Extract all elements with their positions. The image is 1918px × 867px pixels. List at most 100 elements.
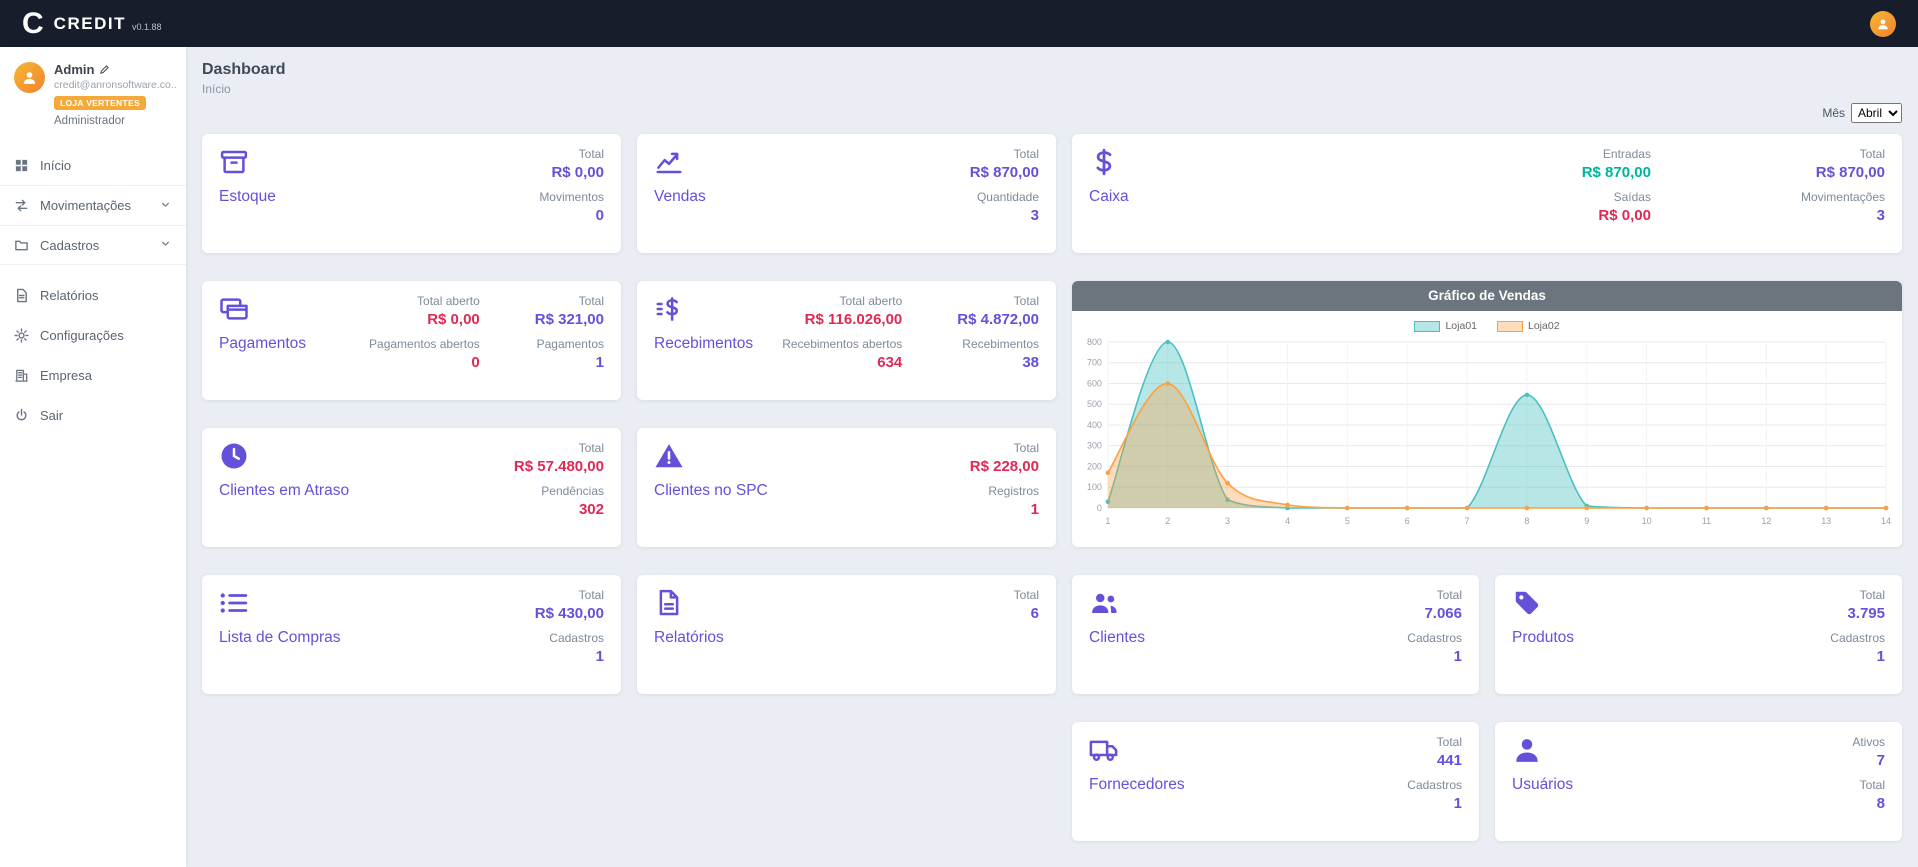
stat-value: 1 xyxy=(1454,647,1462,667)
card-relatorios[interactable]: Relatórios Total 6 xyxy=(637,575,1056,694)
stat-label: Registros xyxy=(988,484,1039,499)
legend-item[interactable]: Loja01 xyxy=(1414,320,1477,332)
stat-value: 3 xyxy=(1877,206,1885,226)
month-select[interactable]: Abril xyxy=(1851,103,1902,123)
chart-legend: Loja01 Loja02 xyxy=(1072,320,1902,332)
app-name: CREDIT xyxy=(54,14,126,34)
stat-value: R$ 4.872,00 xyxy=(957,310,1039,330)
sidebar-item-label: Início xyxy=(40,158,71,173)
stat-label: Cadastros xyxy=(1407,778,1462,793)
stat-label: Total xyxy=(1437,735,1462,750)
list-icon xyxy=(219,588,249,618)
sidebar-item-relatorios[interactable]: Relatórios xyxy=(0,275,186,315)
card-lista-de-compras[interactable]: Lista de Compras Total R$ 430,00 Cadastr… xyxy=(202,575,621,694)
users-icon xyxy=(1089,588,1119,618)
card-clientes-no-spc[interactable]: Clientes no SPC Total R$ 228,00 Registro… xyxy=(637,428,1056,547)
sidebar-item-label: Cadastros xyxy=(40,238,99,253)
card-title[interactable]: Clientes em Atraso xyxy=(219,482,349,500)
card-produtos[interactable]: Produtos Total 3.795 Cadastros 1 xyxy=(1495,575,1902,694)
card-title[interactable]: Produtos xyxy=(1512,629,1574,647)
stat-label: Pagamentos abertos xyxy=(369,337,480,352)
warning-icon xyxy=(654,441,684,471)
card-vendas[interactable]: Vendas Total R$ 870,00 Quantidade 3 xyxy=(637,134,1056,253)
card-title[interactable]: Pagamentos xyxy=(219,335,306,353)
card-estoque[interactable]: Estoque Total R$ 0,00 Movimentos 0 xyxy=(202,134,621,253)
svg-text:600: 600 xyxy=(1087,378,1102,388)
sidebar-item-cadastros[interactable]: Cadastros xyxy=(0,225,186,265)
card-usuarios[interactable]: Usuários Ativos 7 Total 8 xyxy=(1495,722,1902,841)
page-head: Dashboard Início xyxy=(202,61,1902,96)
stat-value: 6 xyxy=(1031,604,1039,624)
line-chart-icon xyxy=(654,147,684,177)
card-title[interactable]: Vendas xyxy=(654,188,706,206)
card-title[interactable]: Clientes xyxy=(1089,629,1145,647)
money-receive-icon xyxy=(654,294,684,324)
card-title[interactable]: Estoque xyxy=(219,188,276,206)
user-name: Admin xyxy=(54,62,94,77)
svg-text:6: 6 xyxy=(1405,516,1410,526)
card-title[interactable]: Lista de Compras xyxy=(219,629,340,647)
stat-value: 3.795 xyxy=(1847,604,1885,624)
power-icon xyxy=(14,408,29,423)
file-text-icon xyxy=(654,588,684,618)
legend-label: Loja02 xyxy=(1528,320,1560,332)
svg-text:700: 700 xyxy=(1087,358,1102,368)
card-title[interactable]: Usuários xyxy=(1512,776,1573,794)
stat-label: Total aberto xyxy=(417,294,480,309)
dollar-icon xyxy=(1089,147,1119,177)
svg-text:12: 12 xyxy=(1761,516,1771,526)
sidebar-item-empresa[interactable]: Empresa xyxy=(0,355,186,395)
card-title[interactable]: Fornecedores xyxy=(1089,776,1185,794)
building-icon xyxy=(14,368,29,383)
svg-text:9: 9 xyxy=(1584,516,1589,526)
stat-label: Pagamentos xyxy=(537,337,604,352)
svg-text:2: 2 xyxy=(1165,516,1170,526)
stat-value: R$ 870,00 xyxy=(1582,163,1651,183)
card-recebimentos[interactable]: Recebimentos Total aberto R$ 116.026,00 … xyxy=(637,281,1056,400)
card-clientes[interactable]: Clientes Total 7.066 Cadastros 1 xyxy=(1072,575,1479,694)
card-title[interactable]: Relatórios xyxy=(654,629,724,647)
card-caixa[interactable]: Caixa Entradas R$ 870,00 Saídas R$ 0,00 … xyxy=(1072,134,1902,253)
svg-text:0: 0 xyxy=(1097,503,1102,513)
edit-profile-pencil-icon[interactable] xyxy=(99,64,110,75)
sidebar-item-sair[interactable]: Sair xyxy=(0,395,186,435)
stat-value: 8 xyxy=(1877,794,1885,814)
sidebar-item-inicio[interactable]: Início xyxy=(0,145,186,185)
legend-label: Loja01 xyxy=(1445,320,1477,332)
stat-value: R$ 228,00 xyxy=(970,457,1039,477)
user-email: credit@anronsoftware.co... xyxy=(54,79,176,91)
sidebar-item-movimentacoes[interactable]: Movimentações xyxy=(0,185,186,225)
stat-label: Total xyxy=(579,441,604,456)
gear-icon xyxy=(14,328,29,343)
legend-item[interactable]: Loja02 xyxy=(1497,320,1560,332)
sidebar-item-configuracoes[interactable]: Configurações xyxy=(0,315,186,355)
stat-value: R$ 57.480,00 xyxy=(514,457,604,477)
stat-label: Cadastros xyxy=(1830,631,1885,646)
stat-label: Total aberto xyxy=(840,294,903,309)
svg-text:10: 10 xyxy=(1642,516,1652,526)
stat-label: Entradas xyxy=(1603,147,1651,162)
sales-chart-svg: 0100200300400500600700800123456789101112… xyxy=(1072,334,1902,532)
stat-value: 1 xyxy=(596,647,604,667)
sidebar: Admin credit@anronsoftware.co... LOJA VE… xyxy=(0,47,186,867)
card-fornecedores[interactable]: Fornecedores Total 441 Cadastros 1 xyxy=(1072,722,1479,841)
card-clientes-em-atraso[interactable]: Clientes em Atraso Total R$ 57.480,00 Pe… xyxy=(202,428,621,547)
card-title[interactable]: Recebimentos xyxy=(654,335,753,353)
chevron-down-icon xyxy=(159,198,172,214)
stat-value: R$ 870,00 xyxy=(970,163,1039,183)
stat-label: Recebimentos abertos xyxy=(782,337,902,352)
card-title[interactable]: Clientes no SPC xyxy=(654,482,768,500)
card-title[interactable]: Caixa xyxy=(1089,188,1129,206)
sidebar-item-label: Configurações xyxy=(40,328,124,343)
legend-swatch xyxy=(1497,321,1523,332)
stat-label: Total xyxy=(1014,147,1039,162)
card-pagamentos[interactable]: Pagamentos Total aberto R$ 0,00 Pagament… xyxy=(202,281,621,400)
stat-value: R$ 430,00 xyxy=(535,604,604,624)
topbar-user-avatar[interactable] xyxy=(1870,11,1896,37)
stat-value: R$ 0,00 xyxy=(427,310,480,330)
stat-value: 1 xyxy=(1877,647,1885,667)
svg-text:8: 8 xyxy=(1524,516,1529,526)
svg-text:11: 11 xyxy=(1702,516,1711,526)
user-avatar xyxy=(14,62,45,93)
stat-label: Cadastros xyxy=(549,631,604,646)
